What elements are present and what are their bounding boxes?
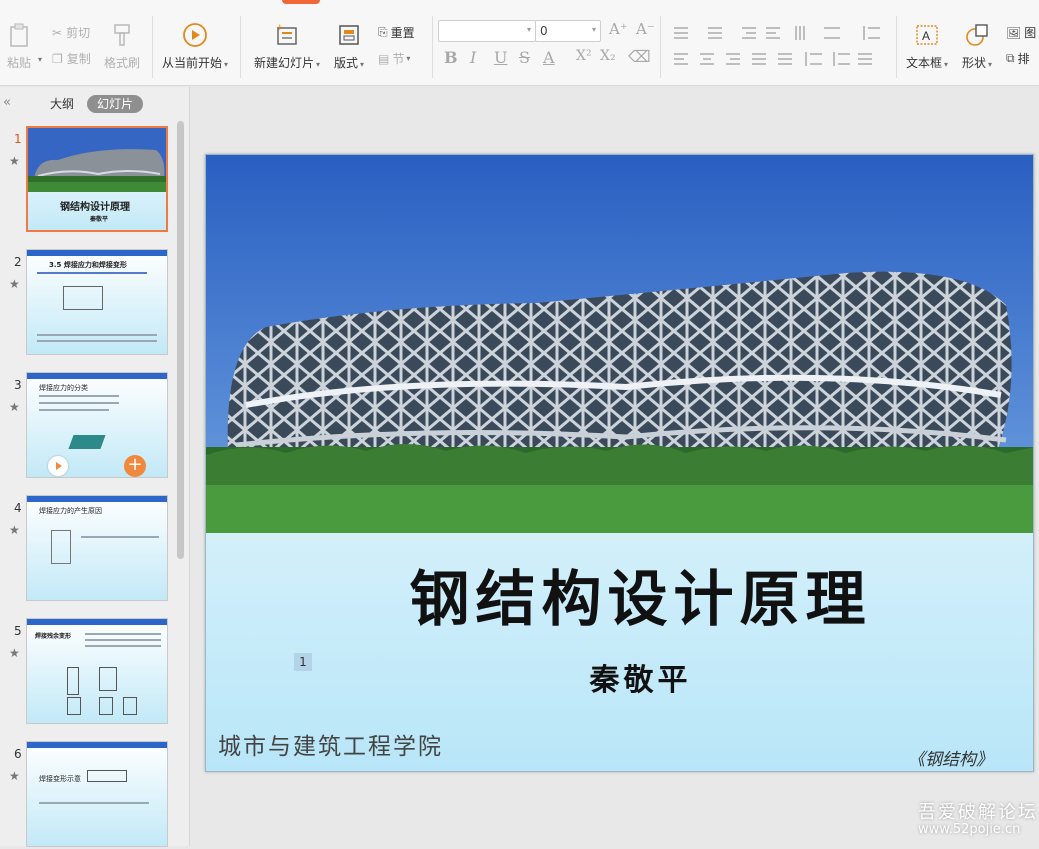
watermark-url: www.52pojie.cn — [918, 822, 1021, 837]
thumbnail-preview: 焊接变形示意 — [26, 741, 168, 847]
collapse-panel-icon[interactable]: « — [3, 95, 11, 110]
reset-icon: ⎘ — [378, 25, 388, 39]
play-slide-icon[interactable] — [48, 456, 68, 476]
star-icon: ★ — [9, 154, 20, 168]
slide-number: 2 — [14, 255, 22, 269]
picture-icon: 🖼 — [1006, 25, 1022, 40]
from-current-start-button[interactable]: 从当前开始 ▾ — [162, 22, 228, 71]
arrange-button[interactable]: ⧉ 排 — [1006, 50, 1030, 67]
svg-text:+: + — [276, 23, 284, 33]
star-icon: ★ — [9, 400, 20, 414]
ribbon-toolbar: 粘贴 ▾ ✂ 剪切 ❐ 复制 格式刷 从当前开始 ▾ + 新建幻灯片 ▾ 版式 ▾ ⎘ 重置 … — [0, 0, 1039, 86]
font-name-select[interactable]: ▾ — [438, 20, 536, 42]
panel-scrollbar[interactable] — [177, 121, 184, 559]
bold-icon[interactable]: B — [444, 48, 458, 67]
format-painter-button[interactable]: 格式刷 — [104, 22, 140, 71]
new-slide-button[interactable]: + 新建幻灯片 ▾ — [254, 22, 320, 71]
star-icon: ★ — [9, 277, 20, 291]
slide-thumbnail-panel: « 大纲 幻灯片 1 ★ 钢结构设计原理 秦敬平 2 ★ 3.5 焊接应力和焊接… — [0, 87, 190, 849]
paragraph-tools-icon[interactable] — [668, 22, 888, 72]
play-icon — [183, 23, 207, 47]
shape-icon — [966, 24, 988, 46]
slide-number: 1 — [14, 132, 22, 146]
divider — [152, 16, 153, 78]
layout-icon — [339, 25, 359, 45]
thumbnail-preview: 3.5 焊接应力和焊接变形 — [26, 249, 168, 355]
slide-thumbnail-6[interactable]: 6 ★ 焊接变形示意 — [0, 741, 176, 849]
italic-icon[interactable]: I — [470, 48, 476, 67]
slide-title[interactable]: 钢结构设计原理 — [206, 551, 1033, 638]
reset-button[interactable]: ⎘ 重置 — [378, 24, 415, 41]
cut-button[interactable]: ✂ 剪切 — [52, 24, 90, 41]
decrease-font-icon[interactable]: A⁻ — [636, 20, 655, 38]
copy-button[interactable]: ❐ 复制 — [52, 50, 91, 67]
brush-icon — [114, 24, 130, 46]
divider — [896, 16, 897, 78]
paste-button[interactable]: 粘贴 ▾ — [6, 22, 42, 71]
birds-nest-stadium-image — [206, 155, 1033, 533]
textbox-button[interactable]: A 文本框 ▾ — [906, 22, 948, 71]
section-icon: ▤ — [378, 51, 390, 66]
layers-icon: ⧉ — [1006, 51, 1015, 65]
current-slide[interactable]: 1 钢结构设计原理 秦敬平 城市与建筑工程学院 《钢结构》 — [205, 154, 1034, 772]
slide-number: 5 — [14, 624, 22, 638]
strikethrough-icon[interactable]: S — [519, 48, 530, 67]
superscript-icon[interactable]: X² — [576, 48, 592, 64]
divider — [660, 16, 661, 78]
divider — [432, 16, 433, 78]
star-icon: ★ — [9, 769, 20, 783]
slide-college[interactable]: 城市与建筑工程学院 — [218, 727, 443, 761]
tab-outline[interactable]: 大纲 — [44, 95, 80, 113]
slide-thumbnail-1[interactable]: 1 ★ 钢结构设计原理 秦敬平 — [0, 126, 176, 234]
star-icon: ★ — [9, 523, 20, 537]
shape-button[interactable]: 形状 ▾ — [962, 22, 992, 71]
slide-number: 4 — [14, 501, 22, 515]
font-size-select[interactable]: 0 ▾ — [535, 20, 601, 42]
stadium-thumbnail-image — [28, 128, 166, 192]
tab-slides[interactable]: 幻灯片 — [87, 95, 143, 113]
divider — [240, 16, 241, 78]
slide-thumbnail-3[interactable]: 3 ★ 焊接应力的分类 + — [0, 372, 176, 480]
underline-icon[interactable]: U — [494, 48, 507, 67]
picture-button[interactable]: 🖼 图 — [1006, 24, 1036, 41]
thumbnail-preview: 钢结构设计原理 秦敬平 — [26, 126, 168, 232]
font-color-icon[interactable]: A — [543, 48, 555, 67]
star-icon: ★ — [9, 646, 20, 660]
layout-button[interactable]: 版式 ▾ — [334, 22, 364, 71]
slide-author[interactable]: 秦敬平 — [206, 655, 1033, 699]
slide-number: 6 — [14, 747, 22, 761]
slide-editing-area[interactable]: 1 钢结构设计原理 秦敬平 城市与建筑工程学院 《钢结构》 — [191, 87, 1039, 846]
add-slide-icon[interactable]: + — [124, 455, 146, 477]
slide-thumbnail-4[interactable]: 4 ★ 焊接应力的产生原因 — [0, 495, 176, 603]
thumbnail-preview: 焊接应力的产生原因 — [26, 495, 168, 601]
slide-thumbnail-2[interactable]: 2 ★ 3.5 焊接应力和焊接变形 — [0, 249, 176, 357]
new-slide-icon: + — [276, 23, 297, 45]
slide-number: 3 — [14, 378, 22, 392]
scissors-icon: ✂ — [52, 25, 63, 40]
watermark-title: 吾爱破解论坛 — [918, 802, 1038, 823]
active-tab-indicator — [282, 0, 320, 4]
increase-font-icon[interactable]: A⁺ — [609, 20, 628, 38]
copy-icon: ❐ — [52, 51, 63, 66]
slide-book-title[interactable]: 《钢结构》 — [908, 745, 993, 770]
paste-icon — [10, 23, 28, 47]
textbox-icon: A — [916, 25, 938, 45]
svg-text:A: A — [922, 29, 930, 43]
slide-thumbnail-5[interactable]: 5 ★ 焊接残余变形 — [0, 618, 176, 726]
section-button[interactable]: ▤ 节 ▾ — [378, 50, 410, 67]
subscript-icon[interactable]: X₂ — [600, 48, 616, 64]
thumbnail-preview: 焊接残余变形 — [26, 618, 168, 724]
eraser-icon[interactable]: ⌫ — [628, 47, 651, 66]
